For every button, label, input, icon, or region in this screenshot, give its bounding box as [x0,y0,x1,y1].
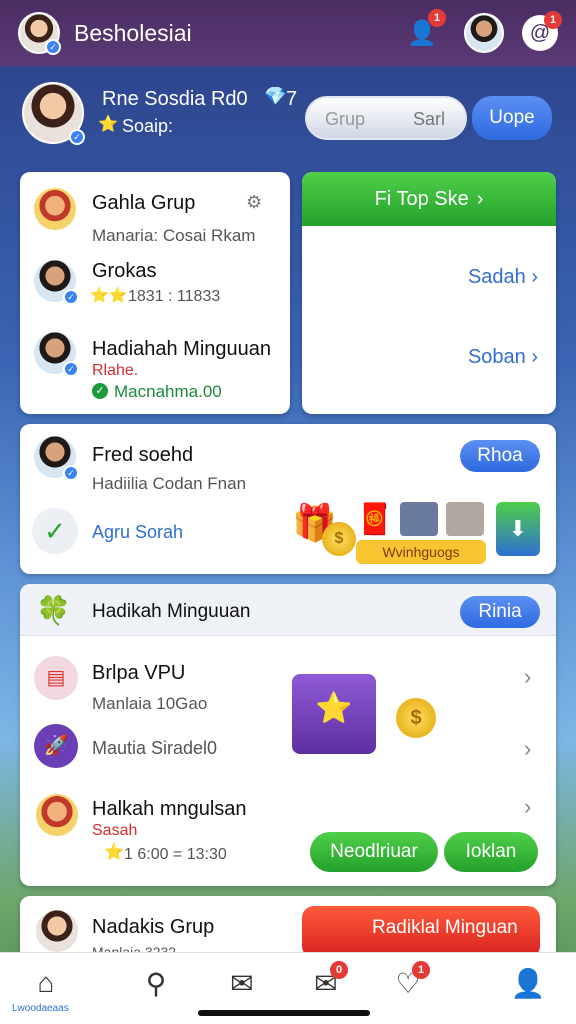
toplist-title: Fi Top Ske [374,187,469,210]
profile-subline: Soaip: [122,116,174,136]
download-icon[interactable]: ⬇ [496,502,540,556]
trophy-icon: 💎 [264,86,287,106]
group-avatar[interactable] [32,186,78,232]
member-avatar[interactable]: ✓ [32,258,79,305]
nav-search[interactable]: ⚲ [132,963,180,1003]
weekly-primary-button[interactable]: Neodlriuar [310,832,438,872]
reward-name[interactable]: Hadiahah Minguuan [92,338,271,361]
weekly-title: Hadikah Minguuan [92,601,251,622]
weekly-avatar[interactable] [34,792,80,838]
reward-amount: Macnahma.00 [114,382,222,401]
friend-thumb[interactable] [446,502,484,536]
event-banner-label: Radiklal Minguan [372,917,518,938]
friend-check-text[interactable]: Agru Sorah [92,522,183,543]
contact-avatar[interactable] [464,13,504,53]
group-name[interactable]: Nadakis Grup [92,916,214,939]
weekly-row-name[interactable]: Halkah mngulsan [92,798,247,821]
chevron-right-icon[interactable]: › [524,736,531,762]
friend-request-button[interactable]: 👤 1 [402,9,446,53]
favorites-badge: 1 [412,961,430,979]
reward-status: Rlahe. [92,362,139,379]
chevron-right-icon[interactable]: › [524,794,531,820]
my-avatar[interactable]: ✓ [18,12,61,55]
verified-icon: ✓ [45,39,61,55]
coin-icon: $ [322,522,356,556]
chevron-right-icon[interactable]: › [524,664,531,690]
star-icon: ⭐⭐ [90,287,128,304]
reward-avatar[interactable]: ✓ [32,330,79,377]
top-bar: ✓ Besholesiai 👤 1 @1 [0,0,576,66]
friend-name[interactable]: Fred soehd [92,444,193,467]
group-list-card: Gahla Grup ⚙ Manaria: Cosai Rkam ✓ Groka… [20,172,290,414]
nav-home[interactable]: ⌂ [22,963,70,1003]
toplist-card: Fi Top Ske › Sadah › Soban › [302,172,556,414]
weekly-row-score: 1 6:00 = 13:30 [124,846,227,863]
user-icon: 👤 [510,967,546,999]
verified-icon: ✓ [69,129,85,145]
friend-action-button[interactable]: Rhoa [460,440,540,472]
rocket-icon[interactable]: 🚀 [34,724,78,768]
check-icon: ✓ [92,383,108,399]
nav-home-label: Lwoodaeaas [12,1003,69,1014]
nav-inbox[interactable]: ✉ [218,963,266,1003]
upgrade-button[interactable]: Uope [472,96,552,140]
toplist-item[interactable]: Soban › [468,346,538,369]
weekly-row-status: Sasah [92,822,138,839]
settings-icon[interactable]: ⚙ [246,192,262,213]
chevron-right-icon: › [476,187,484,210]
weekly-button[interactable]: Rinia [460,596,540,628]
weekly-card: 🍀 Hadikah Minguuan Rinia ▤ Brlpa VPU Man… [20,584,556,886]
search-left-label: Grup [325,109,366,129]
group-avatar[interactable] [34,908,80,954]
toplist-item[interactable]: Sadah › [468,266,538,289]
weekly-row-sub: Manlaia 10Gao [92,694,208,713]
search-icon: ⚲ [145,967,167,999]
friend-thumb[interactable] [400,502,438,536]
verified-icon: ✓ [63,465,79,481]
reward-banner-label: Wvinhguogs [382,544,460,560]
profile-section: ✓ Rne Sosdia Rd0 💎 7 ⭐ Soaip: Grup Sarl … [22,82,562,154]
weekly-row-name[interactable]: Brlpa VPU [92,662,185,685]
search-box[interactable]: Grup Sarl [305,96,467,140]
flag-icon[interactable]: ▤ [34,656,78,700]
chat-badge: 1 [544,11,562,29]
envelope-icon: 🧧 [356,503,394,536]
verified-icon: ✓ [63,361,79,377]
nav-favorites[interactable]: ♡ 1 [384,961,432,1003]
inbox-icon: ✉ [230,967,254,999]
app-title: Besholesiai [74,19,192,46]
toplist-item-label: Soban [467,346,526,368]
member-name[interactable]: Grokas [92,260,156,283]
friend-card: ✓ Fred soehd Hadiilia Codan Fnan Rhoa ✓ … [20,424,556,574]
notification-badge: 1 [428,9,446,27]
event-banner[interactable]: Radiklal Minguan [302,906,540,958]
friend-avatar[interactable]: ✓ [32,434,79,481]
home-indicator [198,1010,370,1016]
weekly-row-name[interactable]: Mautia Siradel0 [92,738,217,759]
chat-button[interactable]: @1 [522,11,562,51]
search-right-label: Sarl [413,109,446,129]
profile-score: 7 [286,88,298,110]
profile-name: Rne Sosdia Rd0 [102,88,248,110]
friend-subtitle: Hadiilia Codan Fnan [92,474,247,493]
mail-badge: 0 [330,961,348,979]
nav-profile[interactable]: 👤 [504,963,552,1003]
profile-avatar[interactable]: ✓ [22,82,85,145]
member-score: 1831 : 11833 [128,288,221,305]
toplist-item-label: Sadah [467,266,526,288]
verified-icon: ✓ [63,289,79,305]
group-subtitle: Manaria: Cosai Rkam [92,226,256,245]
nav-mail[interactable]: ✉ 0 [302,961,350,1003]
clover-icon: 🍀 [36,595,71,626]
check-circle-icon[interactable]: ✓ [32,508,78,554]
star-icon: ⭐ [98,116,118,133]
home-icon: ⌂ [37,967,55,998]
weekly-secondary-button[interactable]: Ioklan [444,832,538,872]
star-icon: ⭐ [104,844,124,861]
reward-banner[interactable]: Wvinhguogs [356,540,486,564]
group-name[interactable]: Gahla Grup [92,192,195,215]
toplist-header[interactable]: Fi Top Ske › [302,172,556,226]
coin-icon: $ [396,698,436,738]
treasure-chest-icon: ⭐ [292,674,376,754]
